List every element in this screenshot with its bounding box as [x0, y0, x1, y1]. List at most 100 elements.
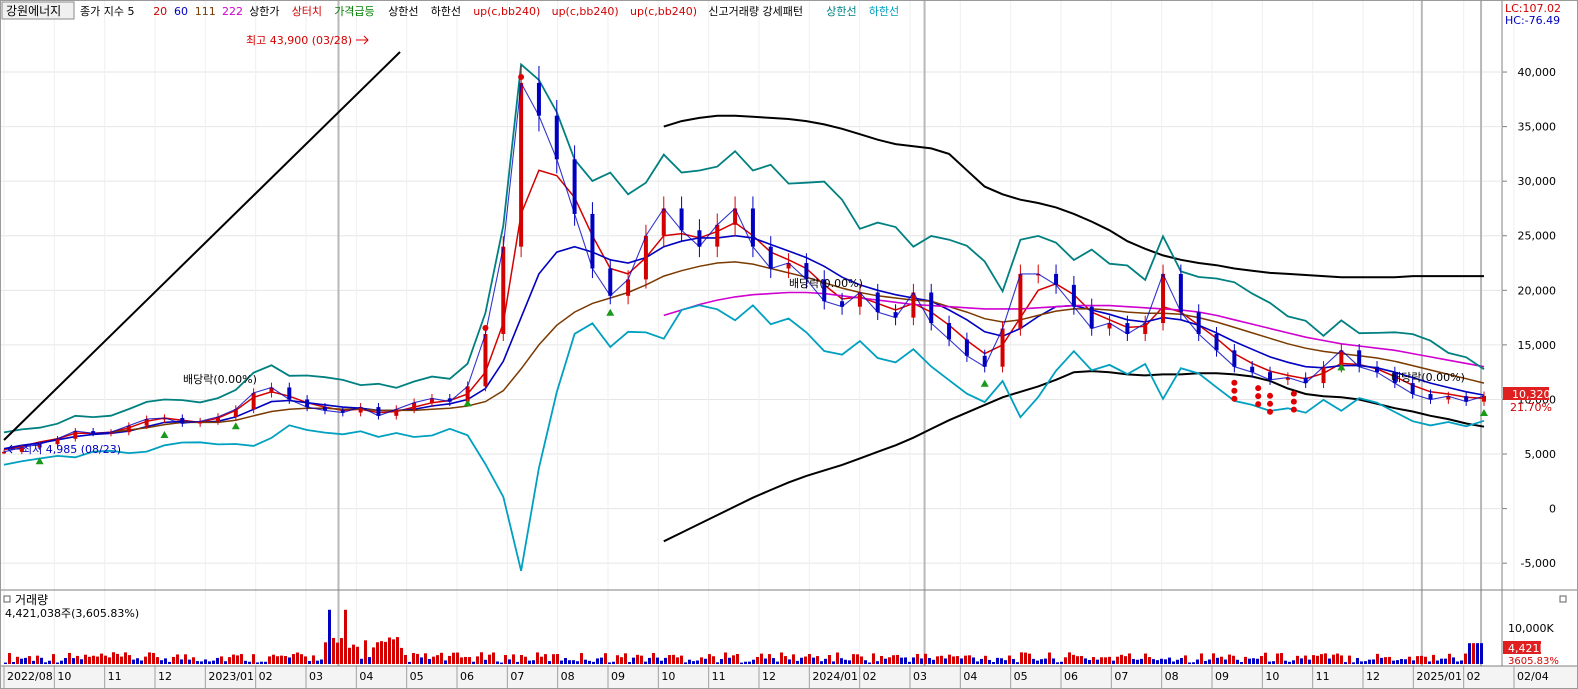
volume-bar — [1000, 658, 1003, 664]
volume-bar — [900, 657, 903, 664]
volume-bar — [636, 654, 639, 664]
volume-bar — [1460, 660, 1463, 664]
volume-bar — [296, 652, 299, 664]
x-tick-label: 11 — [108, 670, 122, 683]
volume-bar — [1116, 656, 1119, 664]
volume-bar — [736, 653, 739, 664]
volume-bar — [1480, 643, 1483, 664]
volume-bar — [212, 660, 215, 664]
volume-bar — [688, 659, 691, 664]
y-tick-label: 35,000 — [1518, 121, 1557, 134]
volume-bar — [508, 659, 511, 664]
volume-bar — [1120, 654, 1123, 664]
volume-bar — [1408, 656, 1411, 664]
candle-body — [1161, 273, 1166, 324]
x-tick-label: 2023/01 — [208, 670, 254, 683]
volume-bar — [120, 656, 123, 664]
volume-bar — [1148, 657, 1151, 664]
volume-bar — [944, 658, 947, 664]
volume-bar — [724, 652, 727, 664]
volume-bar — [584, 659, 587, 664]
x-tick-label: 02/04 — [1517, 670, 1549, 683]
volume-bar — [1072, 654, 1075, 664]
volume-toggle-icon[interactable] — [3, 595, 11, 603]
panel-menu-icon[interactable] — [1559, 595, 1567, 603]
red-dot-marker — [482, 324, 489, 331]
volume-bar — [972, 657, 975, 664]
volume-bar — [1380, 657, 1383, 664]
volume-bar — [1264, 652, 1267, 664]
volume-bar — [456, 652, 459, 664]
volume-bar — [488, 654, 491, 664]
volume-bar — [732, 655, 735, 664]
stock-name[interactable]: 강원에너지 — [6, 4, 61, 18]
volume-bar — [1272, 661, 1275, 664]
volume-bar — [1040, 659, 1043, 664]
volume-bar — [1404, 659, 1407, 664]
volume-bar — [596, 658, 599, 664]
volume-bar — [380, 641, 383, 664]
volume-bar — [180, 659, 183, 664]
volume-bar — [1036, 660, 1039, 664]
volume-bar — [1016, 662, 1019, 664]
red-dot-marker — [1267, 408, 1274, 415]
volume-bar — [848, 660, 851, 664]
volume-bar — [1384, 657, 1387, 664]
volume-bar — [240, 654, 243, 664]
volume-bar — [272, 654, 275, 664]
candle-body — [2, 451, 6, 454]
volume-bar — [8, 653, 11, 664]
volume-bar — [356, 646, 359, 664]
volume-bar — [512, 654, 515, 664]
candle-body — [1321, 366, 1326, 384]
volume-bar — [224, 661, 227, 664]
volume-bar — [880, 655, 883, 664]
volume-axis-label: 10,000K — [1508, 622, 1554, 635]
volume-bar — [604, 653, 607, 664]
volume-bar — [88, 656, 91, 664]
volume-bar — [468, 657, 471, 664]
volume-bar — [1464, 653, 1467, 664]
volume-bar — [340, 638, 343, 664]
volume-bar — [1432, 654, 1435, 664]
volume-bar — [692, 661, 695, 664]
volume-bar — [1292, 660, 1295, 664]
volume-bar — [632, 657, 635, 664]
volume-title: 거래량 — [15, 593, 48, 607]
legend-item-13: 신고거래량 강세패턴 — [708, 5, 803, 18]
volume-bar — [828, 655, 831, 664]
volume-bar — [268, 656, 271, 664]
volume-bar — [464, 656, 467, 664]
volume-bar — [1088, 659, 1091, 664]
volume-bar — [1448, 653, 1451, 664]
volume-bar — [744, 661, 747, 664]
volume-bar — [928, 658, 931, 664]
volume-bar — [704, 658, 707, 664]
volume-bar — [344, 609, 347, 664]
volume-bar — [1320, 654, 1323, 664]
volume-bar — [1092, 657, 1095, 664]
candle-body — [750, 208, 755, 247]
volume-bar — [348, 647, 351, 664]
volume-bar — [1176, 659, 1179, 664]
volume-bar — [1008, 655, 1011, 664]
volume-bar — [1288, 661, 1291, 664]
volume-bar — [820, 661, 823, 664]
volume-bar — [988, 659, 991, 664]
hc-label: HC:-76.49 — [1505, 14, 1560, 27]
volume-bar — [892, 655, 895, 664]
volume-bar — [308, 660, 311, 664]
volume-bar — [628, 662, 631, 664]
volume-bar — [960, 658, 963, 664]
volume-bar — [1052, 658, 1055, 664]
volume-bar — [520, 655, 523, 664]
x-tick-label: 07 — [1114, 670, 1128, 683]
volume-bar — [420, 657, 423, 664]
volume-bar — [144, 656, 147, 664]
stock-chart[interactable]: 강원에너지 종가 지수 5 20 60 111 222 상한가 상터치 가격급등 상한선 하한선 u… — [0, 0, 1578, 689]
volume-bar — [24, 657, 27, 664]
volume-tag-pct: 3605.83% — [1508, 656, 1559, 667]
volume-bar — [1128, 653, 1131, 664]
volume-bar — [696, 660, 699, 664]
candle-body — [875, 292, 880, 313]
